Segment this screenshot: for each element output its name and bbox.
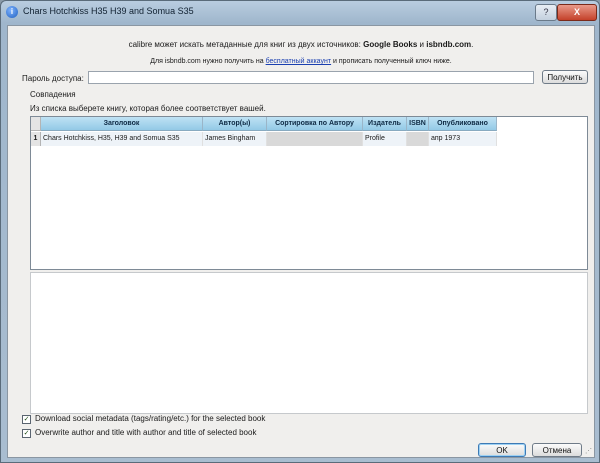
overwrite-label: Overwrite author and title with author a… bbox=[35, 428, 257, 437]
ok-button[interactable]: OK bbox=[478, 443, 526, 457]
table-corner bbox=[31, 117, 41, 131]
overwrite-checkbox[interactable]: ✓ bbox=[22, 428, 31, 438]
column-header-author-sort[interactable]: Сортировка по Автору bbox=[267, 117, 363, 131]
key-note-text-end: и прописать полученный ключ ниже. bbox=[331, 58, 452, 65]
isbndb-label: isbndb.com bbox=[426, 40, 472, 49]
overwrite-option[interactable]: ✓ Overwrite author and title with author … bbox=[22, 428, 256, 438]
social-metadata-option[interactable]: ✓ Download social metadata (tags/rating/e… bbox=[22, 414, 265, 424]
dialog-client-area: calibre может искать метаданные для книг… bbox=[7, 25, 595, 458]
cell-publisher[interactable]: Profile bbox=[363, 132, 407, 146]
column-header-published[interactable]: Опубликовано bbox=[429, 117, 497, 131]
get-key-button[interactable]: Получить bbox=[542, 70, 588, 84]
cell-published[interactable]: апр 1973 bbox=[429, 132, 497, 146]
calibre-app-icon: i bbox=[6, 6, 18, 18]
cell-authors[interactable]: James Bingham bbox=[203, 132, 267, 146]
social-metadata-checkbox[interactable]: ✓ bbox=[22, 414, 31, 424]
key-note-text: Для isbndb.com нужно получить на bbox=[150, 58, 266, 65]
password-label: Пароль доступа: bbox=[22, 74, 84, 83]
metadata-dialog-window: i Chars Hotchkiss H35 H39 and Somua S35 … bbox=[0, 0, 600, 463]
help-button[interactable]: ? bbox=[535, 4, 557, 21]
free-account-link[interactable]: бесплатный аккаунт bbox=[266, 58, 331, 65]
close-button[interactable]: X bbox=[557, 4, 597, 21]
cancel-button[interactable]: Отмена bbox=[532, 443, 582, 457]
password-input[interactable] bbox=[88, 71, 534, 84]
resize-grip-icon[interactable]: ⋰ bbox=[585, 447, 592, 455]
book-summary-panel bbox=[30, 272, 588, 414]
cell-title[interactable]: Chars Hotchkiss, H35, H39 and Somua S35 bbox=[41, 132, 203, 146]
cell-isbn[interactable] bbox=[407, 132, 429, 146]
matches-group-label: Совпадения bbox=[30, 90, 76, 99]
column-header-isbn[interactable]: ISBN bbox=[407, 117, 429, 131]
social-metadata-label: Download social metadata (tags/rating/et… bbox=[35, 414, 266, 423]
sources-info-and: и bbox=[417, 40, 427, 49]
key-note: Для isbndb.com нужно получить на бесплат… bbox=[8, 58, 594, 65]
table-header: Заголовок Автор(ы) Сортировка по Автору … bbox=[31, 117, 497, 131]
title-bar[interactable]: i Chars Hotchkiss H35 H39 and Somua S35 … bbox=[1, 1, 599, 23]
row-number: 1 bbox=[31, 132, 41, 146]
window-title: Chars Hotchkiss H35 H39 and Somua S35 bbox=[23, 6, 194, 16]
matches-table[interactable]: Заголовок Автор(ы) Сортировка по Автору … bbox=[30, 116, 588, 270]
sources-info-text: calibre может искать метаданные для книг… bbox=[128, 40, 364, 49]
cell-author-sort[interactable] bbox=[267, 132, 363, 146]
sources-info-end: . bbox=[471, 40, 474, 49]
column-header-authors[interactable]: Автор(ы) bbox=[203, 117, 267, 131]
matches-hint: Из списка выберете книгу, которая более … bbox=[30, 104, 266, 113]
column-header-publisher[interactable]: Издатель bbox=[363, 117, 407, 131]
table-row[interactable]: 1 Chars Hotchkiss, H35, H39 and Somua S3… bbox=[31, 132, 497, 146]
sources-info: calibre может искать метаданные для книг… bbox=[8, 40, 594, 49]
column-header-title[interactable]: Заголовок bbox=[41, 117, 203, 131]
google-books-label: Google Books bbox=[363, 40, 418, 49]
